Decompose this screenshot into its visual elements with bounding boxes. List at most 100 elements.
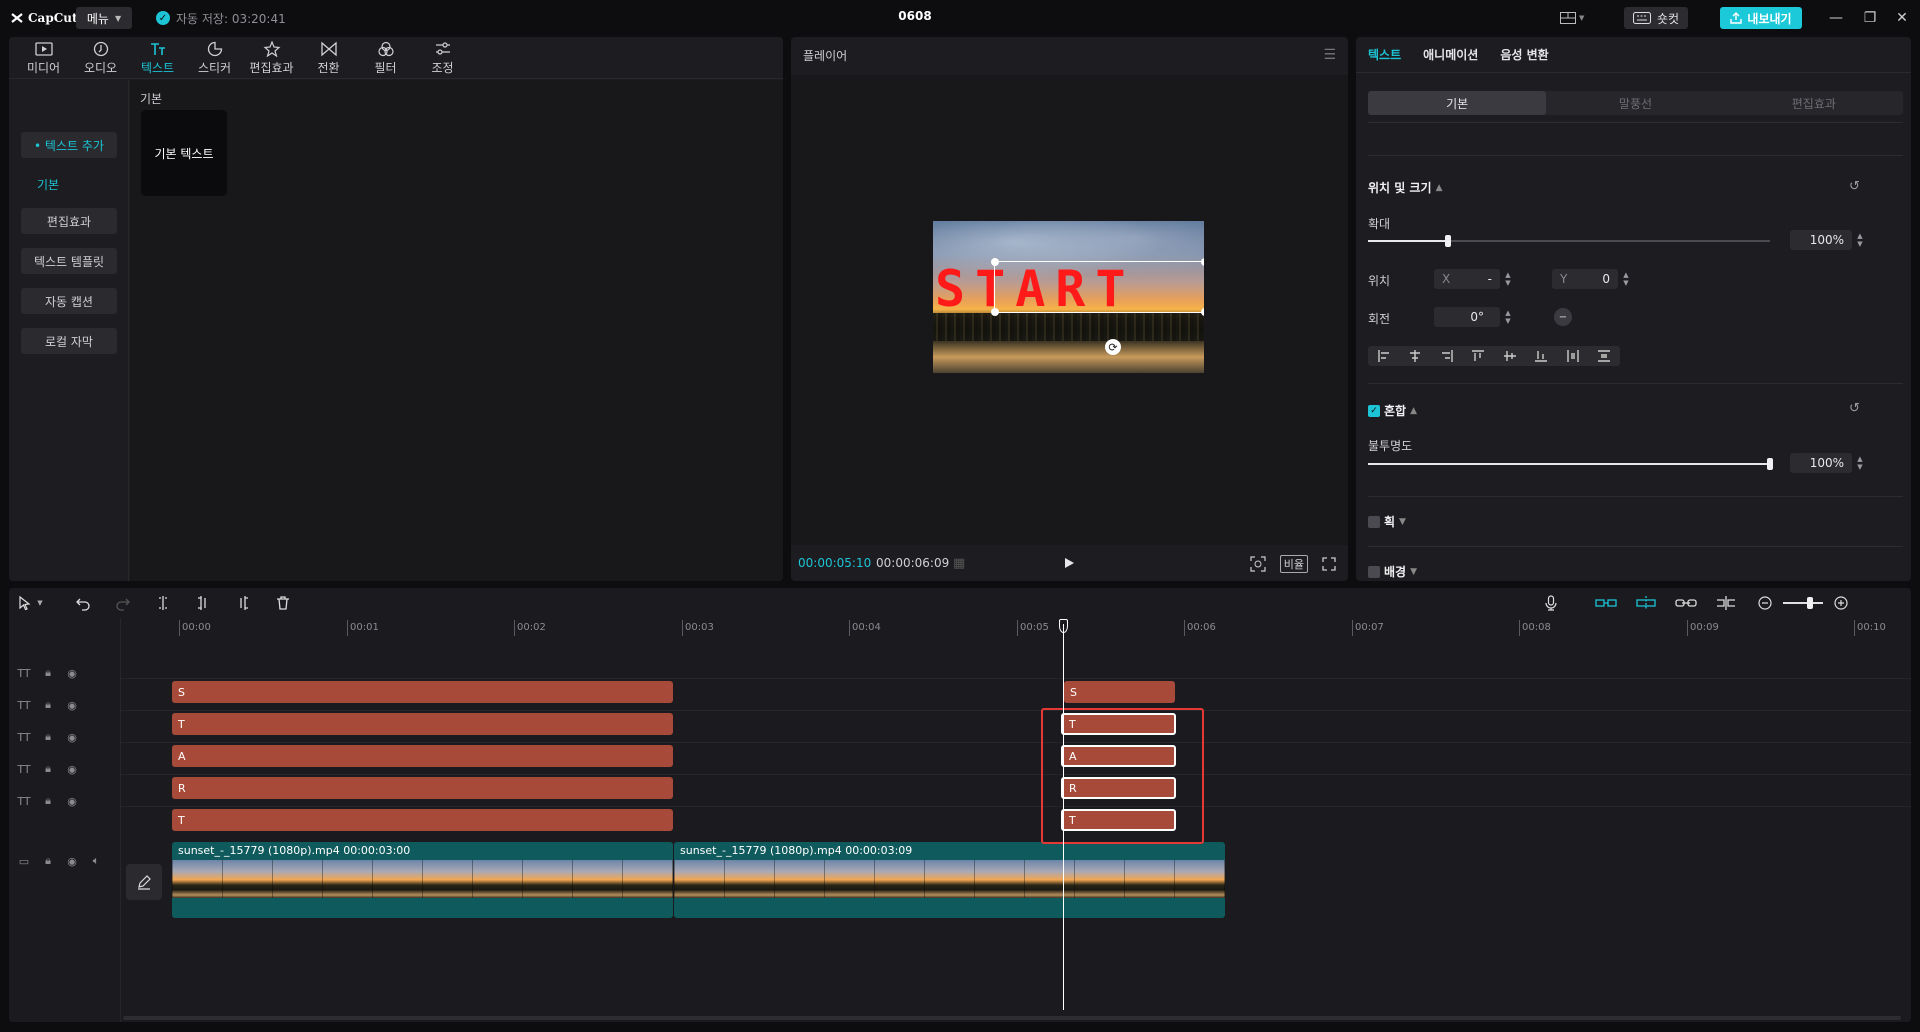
tab-media[interactable]: 미디어 xyxy=(15,37,72,79)
link-button[interactable] xyxy=(1675,595,1697,611)
record-audio-button[interactable] xyxy=(1543,595,1559,611)
tab-effects[interactable]: 편집효과 xyxy=(243,37,300,79)
rotate-icon[interactable]: ⟳ xyxy=(1105,339,1121,355)
ratio-button[interactable]: 비율 xyxy=(1279,555,1308,573)
minimize-icon[interactable]: — xyxy=(1826,8,1846,28)
preview-axis-button[interactable] xyxy=(1715,595,1737,611)
video-clip[interactable]: sunset_-_15779 (1080p).mp4 00:00:03:09 xyxy=(674,842,1225,918)
section-stroke[interactable]: 획 ▼ xyxy=(1368,513,1406,530)
tab-text-to-speech[interactable]: 음성 변환 xyxy=(1500,46,1548,63)
section-blend[interactable]: ✓ 혼합 ▲ xyxy=(1368,402,1417,419)
export-button[interactable]: 내보내기 xyxy=(1720,7,1802,29)
scale-slider[interactable] xyxy=(1368,235,1770,247)
default-text-card[interactable]: 기본 텍스트 xyxy=(141,110,227,196)
delete-button[interactable] xyxy=(275,595,291,611)
stroke-checkbox[interactable] xyxy=(1368,515,1380,528)
lock-icon[interactable]: 🔒︎ xyxy=(41,666,55,680)
sidebar-item-add-text[interactable]: • 텍스트 추가 xyxy=(21,132,117,158)
eye-icon[interactable]: ◉ xyxy=(65,795,79,808)
align-top-button[interactable] xyxy=(1463,346,1495,366)
opacity-value-input[interactable]: 100% xyxy=(1790,453,1852,473)
text-clip[interactable]: S xyxy=(1064,681,1175,703)
reset-icon[interactable]: ↺ xyxy=(1849,179,1863,194)
distribute-vertical-button[interactable] xyxy=(1589,346,1621,366)
align-middle-button[interactable] xyxy=(1494,346,1526,366)
eye-icon[interactable]: ◉ xyxy=(65,763,79,776)
main-track-magnet-button[interactable] xyxy=(1595,595,1617,611)
text-clip-selected[interactable]: A xyxy=(1061,745,1176,767)
selection-box[interactable] xyxy=(991,258,1204,316)
sidebar-item-basic[interactable]: 기본 xyxy=(37,176,59,193)
timeline-zoom-slider[interactable] xyxy=(1783,597,1823,609)
rotation-dial-icon[interactable]: − xyxy=(1554,308,1572,326)
lock-icon[interactable]: 🔒︎ xyxy=(41,794,55,808)
align-center-h-button[interactable] xyxy=(1400,346,1432,366)
sidebar-item-auto-caption[interactable]: 자동 캡션 xyxy=(21,288,117,314)
resize-handle[interactable] xyxy=(991,258,999,266)
align-bottom-button[interactable] xyxy=(1526,346,1558,366)
text-clip-selected[interactable]: T xyxy=(1061,713,1176,735)
tab-filter[interactable]: 필터 xyxy=(357,37,414,79)
restore-icon[interactable]: ❐ xyxy=(1860,8,1880,28)
tab-transition[interactable]: 전환 xyxy=(300,37,357,79)
lock-icon[interactable]: 🔒︎ xyxy=(41,730,55,744)
text-clip[interactable]: S xyxy=(172,681,673,703)
subtab-effects[interactable]: 편집효과 xyxy=(1725,91,1903,115)
opacity-slider-thumb[interactable] xyxy=(1767,458,1773,470)
sidebar-item-templates[interactable]: 텍스트 템플릿 xyxy=(21,248,117,274)
close-icon[interactable]: ✕ xyxy=(1892,8,1912,28)
lock-icon[interactable]: 🔒︎ xyxy=(41,762,55,776)
distribute-horizontal-button[interactable] xyxy=(1557,346,1589,366)
redo-button[interactable] xyxy=(115,595,131,611)
position-y-input[interactable]: Y 0 xyxy=(1552,269,1618,289)
lock-icon[interactable]: 🔒︎ xyxy=(41,698,55,712)
zoom-preview-icon[interactable] xyxy=(1250,556,1266,572)
rotation-input[interactable]: 0° xyxy=(1434,307,1500,327)
section-position-size[interactable]: 위치 및 크기 ▲ xyxy=(1368,179,1442,196)
rotation-stepper[interactable]: ▲ ▼ xyxy=(1502,307,1514,327)
scale-stepper[interactable]: ▲ ▼ xyxy=(1854,230,1866,250)
undo-button[interactable] xyxy=(75,595,91,611)
chevron-down-icon[interactable]: ▼ xyxy=(35,595,45,611)
sidebar-item-local-caption[interactable]: 로컬 자막 xyxy=(21,328,117,354)
lock-icon[interactable]: 🔒︎ xyxy=(41,854,55,868)
timeline-ruler[interactable]: 00:00 00:01 00:02 00:03 00:04 00:05 00:0… xyxy=(121,618,1911,640)
trim-right-button[interactable] xyxy=(235,595,251,611)
trim-left-button[interactable] xyxy=(195,595,211,611)
opacity-slider[interactable] xyxy=(1368,458,1773,470)
blend-checkbox[interactable]: ✓ xyxy=(1368,404,1380,417)
eye-icon[interactable]: ◉ xyxy=(65,667,79,680)
hamburger-menu-icon[interactable]: ☰ xyxy=(1323,47,1336,63)
snap-button[interactable] xyxy=(1635,595,1657,611)
subtab-bubble[interactable]: 말풍선 xyxy=(1546,91,1724,115)
sidebar-item-effects[interactable]: 편집효과 xyxy=(21,208,117,234)
resize-handle[interactable] xyxy=(1201,258,1204,266)
tab-adjust[interactable]: 조정 xyxy=(414,37,471,79)
play-icon[interactable] xyxy=(1063,557,1075,569)
select-tool-button[interactable] xyxy=(17,595,33,611)
zoom-out-button[interactable] xyxy=(1757,595,1773,611)
tab-sticker[interactable]: 스티커 xyxy=(186,37,243,79)
video-preview[interactable]: START ⟳ xyxy=(933,221,1204,373)
position-x-stepper[interactable]: ▲ ▼ xyxy=(1502,269,1514,289)
scale-slider-thumb[interactable] xyxy=(1445,235,1451,247)
timecode-toggle-icon[interactable]: ▦ xyxy=(953,556,965,571)
playhead[interactable] xyxy=(1063,624,1064,1010)
eye-icon[interactable]: ◉ xyxy=(65,855,79,868)
text-clip-selected[interactable]: R xyxy=(1061,777,1176,799)
text-clip[interactable]: A xyxy=(172,745,673,767)
zoom-slider-thumb[interactable] xyxy=(1807,597,1813,609)
text-clip[interactable]: R xyxy=(172,777,673,799)
resize-handle[interactable] xyxy=(1201,308,1204,316)
eye-icon[interactable]: ◉ xyxy=(65,731,79,744)
edit-cover-button[interactable] xyxy=(126,864,162,900)
reset-icon[interactable]: ↺ xyxy=(1849,401,1863,416)
fullscreen-icon[interactable] xyxy=(1322,557,1336,571)
section-background[interactable]: 배경 ▼ xyxy=(1368,563,1417,580)
zoom-in-button[interactable] xyxy=(1833,595,1849,611)
tab-text[interactable]: 텍스트 xyxy=(129,37,186,79)
align-left-button[interactable] xyxy=(1368,346,1400,366)
eye-icon[interactable]: ◉ xyxy=(65,699,79,712)
timeline-tracks[interactable]: S T A R T S T A R T sunset_-_15779 (1080… xyxy=(121,640,1911,1022)
background-checkbox[interactable] xyxy=(1368,565,1380,578)
